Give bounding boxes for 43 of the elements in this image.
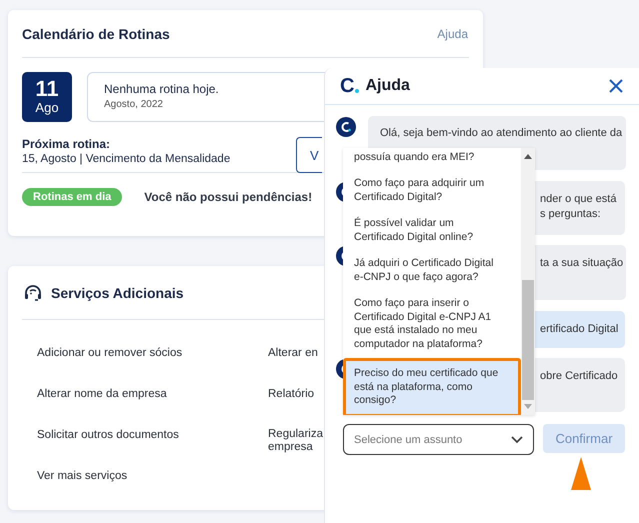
close-button[interactable] — [609, 79, 623, 93]
avatar-icon — [336, 117, 356, 137]
message-text: nder o que está — [540, 192, 616, 206]
message-text: s perguntas: — [540, 206, 601, 222]
scrollbar[interactable] — [521, 148, 535, 415]
card-title: Serviços Adicionais — [51, 284, 184, 300]
pointer-arrow-icon — [571, 457, 591, 490]
next-routine-label: Próxima rotina: — [22, 137, 110, 152]
dropdown-option[interactable]: possuía quando era MEI? — [343, 148, 521, 170]
today-date: Agosto, 2022 — [104, 98, 163, 112]
dropdown-option[interactable]: Como faço para adquirir um Certificado Digital? — [343, 170, 521, 210]
message-text: ertificado Digital — [540, 322, 618, 336]
dropdown-option[interactable]: É possível validar um Certificado Digital online? — [343, 210, 521, 250]
status-badge: Rotinas em dia — [22, 188, 122, 206]
dropdown-option[interactable]: Já adquiri o Certificado Digital e-CNPJ o que faço agora? — [343, 250, 521, 290]
dropdown-option[interactable]: Como faço para inserir o Certificado Digital e-CNPJ A1 que está instalado no meu computador na plataforma? — [343, 290, 521, 358]
logo: C — [340, 76, 360, 96]
support-icon — [24, 284, 42, 300]
dropdown-option[interactable]: Preciso do meu certificado que está na plataforma, como consigo? — [343, 358, 521, 415]
status-text: Você não possui pendências! — [144, 190, 312, 204]
scroll-down-icon — [524, 404, 532, 409]
card-title: Calendário de Rotinas — [22, 26, 170, 42]
message-text: obre Certificado — [540, 369, 618, 384]
scroll-up-icon — [524, 154, 532, 159]
panel-title: Ajuda — [365, 77, 410, 95]
service-link[interactable]: Solicitar outros documentos — [37, 427, 179, 443]
message-text: Olá, seja bem-vindo ao atendimento ao cliente da — [380, 126, 622, 141]
close-icon — [609, 79, 623, 93]
month-label: Ago — [35, 100, 59, 116]
service-link[interactable]: Alterar en — [268, 345, 318, 361]
service-link[interactable]: Adicionar ou remover sócios — [37, 345, 182, 361]
subject-select[interactable]: Selecione um assunto — [343, 424, 534, 455]
chevron-down-icon — [511, 436, 523, 444]
view-button[interactable]: V — [296, 137, 322, 173]
service-link[interactable]: Relatório — [268, 386, 314, 402]
message-text: ta a sua situação — [540, 256, 624, 271]
day-number: 11 — [35, 78, 59, 100]
service-link[interactable]: Regulariza empresa — [268, 428, 323, 454]
scrollbar-thumb[interactable] — [522, 280, 534, 400]
today-title: Nenhuma rotina hoje. — [104, 81, 219, 98]
service-link[interactable]: Ver mais serviços — [37, 468, 128, 484]
service-link[interactable]: Alterar nome da empresa — [37, 386, 167, 402]
next-routine-value: 15, Agosto | Vencimento da Mensalidade — [22, 152, 230, 167]
